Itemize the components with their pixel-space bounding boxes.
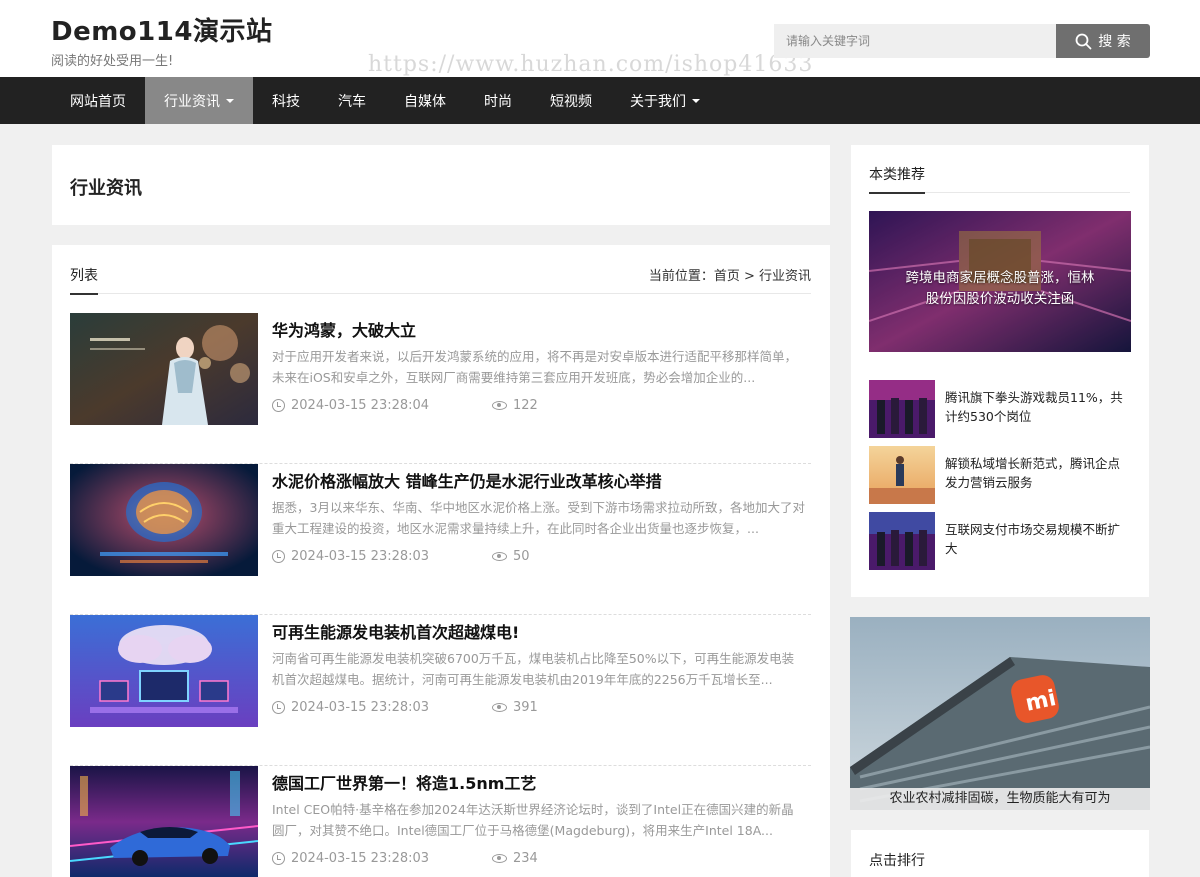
sidebar-item[interactable]: 解锁私域增长新范式，腾讯企点发力营销云服务 bbox=[869, 446, 1131, 504]
view-count-value: 234 bbox=[513, 851, 538, 866]
view-count: 234 bbox=[492, 851, 538, 866]
watermark-text: https://www.huzhan.com/ishop41633 bbox=[368, 52, 814, 77]
ranking-card: 点击排行 bbox=[851, 830, 1149, 877]
nav-item-about[interactable]: 关于我们 bbox=[611, 77, 719, 124]
nav-item-auto[interactable]: 汽车 bbox=[319, 77, 385, 124]
recommend-header: 本类推荐 bbox=[869, 145, 1130, 194]
recommend-card: 本类推荐 跨境电商家居概念股普涨，恒林股份因股价波动收关注函 腾讯旗下拳头游戏裁… bbox=[851, 145, 1149, 597]
article-thumbnail[interactable] bbox=[70, 313, 258, 425]
nav-label: 自媒体 bbox=[404, 93, 446, 110]
main-nav: 网站首页 行业资讯 科技 汽车 自媒体 时尚 短视频 关于我们 bbox=[0, 77, 1200, 124]
list-tab[interactable]: 列表 bbox=[70, 265, 98, 295]
nav-label: 关于我们 bbox=[630, 93, 686, 110]
sidebar-item-title[interactable]: 腾讯旗下拳头游戏裁员11%，共计约530个岗位 bbox=[945, 388, 1131, 426]
article-date: 2024-03-15 23:28:03 bbox=[291, 700, 430, 715]
ranking-title: 点击排行 bbox=[869, 853, 925, 869]
recommend-title: 本类推荐 bbox=[869, 164, 925, 194]
nav-item-industry-news[interactable]: 行业资讯 bbox=[145, 77, 253, 124]
article-meta: 2024-03-15 23:28:03 391 bbox=[272, 700, 538, 715]
breadcrumb[interactable]: 当前位置：首页 > 行业资讯 bbox=[649, 265, 811, 284]
nav-label: 短视频 bbox=[550, 93, 592, 110]
view-count-value: 122 bbox=[513, 398, 538, 413]
nav-item-home[interactable]: 网站首页 bbox=[51, 77, 145, 124]
article-thumbnail[interactable] bbox=[70, 464, 258, 576]
nav-item-self-media[interactable]: 自媒体 bbox=[385, 77, 465, 124]
article-thumbnail[interactable] bbox=[70, 766, 258, 877]
clock-icon bbox=[272, 852, 285, 865]
search-button-label: 搜 索 bbox=[1098, 34, 1131, 50]
caret-down-icon bbox=[226, 98, 234, 103]
view-count-value: 50 bbox=[513, 549, 530, 564]
sidebar-item-thumbnail[interactable] bbox=[869, 446, 935, 504]
article-date: 2024-03-15 23:28:04 bbox=[291, 398, 430, 413]
featured-article[interactable]: 跨境电商家居概念股普涨，恒林股份因股价波动收关注函 bbox=[869, 211, 1131, 352]
nav-label: 行业资讯 bbox=[164, 93, 220, 110]
nav-label: 网站首页 bbox=[70, 93, 126, 110]
caret-down-icon bbox=[692, 98, 700, 103]
eye-icon bbox=[492, 854, 507, 863]
article-title[interactable]: 可再生能源发电装机首次超越煤电! bbox=[272, 619, 519, 643]
sidebar-item-title[interactable]: 解锁私域增长新范式，腾讯企点发力营销云服务 bbox=[945, 454, 1131, 492]
article-excerpt: 河南省可再生能源发电装机突破6700万千瓦，煤电装机占比降至50%以下，可再生能… bbox=[272, 651, 795, 687]
search-box: 搜 索 bbox=[774, 24, 1150, 58]
article-title[interactable]: 水泥价格涨幅放大 错峰生产仍是水泥行业改革核心举措 bbox=[272, 468, 662, 492]
page-title: 行业资讯 bbox=[70, 178, 142, 199]
nav-label: 时尚 bbox=[484, 93, 512, 110]
sidebar-item-thumbnail[interactable] bbox=[869, 380, 935, 438]
sidebar-banner[interactable]: mi 农业农村减排固碳，生物质能大有可为 bbox=[850, 617, 1150, 810]
list-header: 列表 当前位置：首页 > 行业资讯 bbox=[70, 245, 811, 295]
eye-icon bbox=[492, 552, 507, 561]
list-item[interactable]: 可再生能源发电装机首次超越煤电! 河南省可再生能源发电装机突破6700万千瓦，煤… bbox=[70, 615, 811, 766]
sidebar-item[interactable]: 腾讯旗下拳头游戏裁员11%，共计约530个岗位 bbox=[869, 380, 1131, 438]
banner-caption: 农业农村减排固碳，生物质能大有可为 bbox=[850, 788, 1150, 810]
list-item[interactable]: 水泥价格涨幅放大 错峰生产仍是水泥行业改革核心举措 据悉，3月以来华东、华南、华… bbox=[70, 464, 811, 615]
nav-label: 科技 bbox=[272, 93, 300, 110]
nav-item-short-video[interactable]: 短视频 bbox=[531, 77, 611, 124]
clock-icon bbox=[272, 550, 285, 563]
sidebar-item[interactable]: 互联网支付市场交易规模不断扩大 bbox=[869, 512, 1131, 570]
category-title-card: 行业资讯 bbox=[52, 145, 830, 225]
clock-icon bbox=[272, 399, 285, 412]
sidebar-item-thumbnail[interactable] bbox=[869, 512, 935, 570]
search-icon bbox=[1075, 33, 1092, 49]
article-thumbnail[interactable] bbox=[70, 615, 258, 727]
nav-label: 汽车 bbox=[338, 93, 366, 110]
article-excerpt: 对于应用开发者来说，以后开发鸿蒙系统的应用，将不再是对安卓版本进行适配平移那样简… bbox=[272, 349, 798, 385]
article-title[interactable]: 华为鸿蒙，大破大立 bbox=[272, 317, 416, 341]
site-header: Demo114演示站 阅读的好处受用一生! https://www.huzhan… bbox=[0, 0, 1200, 77]
article-meta: 2024-03-15 23:28:03 234 bbox=[272, 851, 538, 866]
article-excerpt: 据悉，3月以来华东、华南、华中地区水泥价格上涨。受到下游市场需求拉动所致，各地加… bbox=[272, 500, 805, 536]
sidebar-item-title[interactable]: 互联网支付市场交易规模不断扩大 bbox=[945, 520, 1131, 558]
nav-item-tech[interactable]: 科技 bbox=[253, 77, 319, 124]
site-logo-title[interactable]: Demo114演示站 bbox=[51, 11, 272, 48]
nav-item-fashion[interactable]: 时尚 bbox=[465, 77, 531, 124]
ranking-header: 点击排行 bbox=[869, 830, 1130, 877]
site-slogan: 阅读的好处受用一生! bbox=[51, 54, 174, 69]
search-button[interactable]: 搜 索 bbox=[1056, 24, 1150, 58]
view-count: 391 bbox=[492, 700, 538, 715]
article-title[interactable]: 德国工厂世界第一！将造1.5nm工艺 bbox=[272, 770, 536, 794]
view-count-value: 391 bbox=[513, 700, 538, 715]
eye-icon bbox=[492, 401, 507, 410]
view-count: 122 bbox=[492, 398, 538, 413]
featured-article-caption: 跨境电商家居概念股普涨，恒林股份因股价波动收关注函 bbox=[905, 270, 1095, 307]
clock-icon bbox=[272, 701, 285, 714]
search-input[interactable] bbox=[774, 24, 1056, 58]
list-item[interactable]: 德国工厂世界第一！将造1.5nm工艺 Intel CEO帕特·基辛格在参加202… bbox=[70, 766, 811, 877]
view-count: 50 bbox=[492, 549, 530, 564]
article-date: 2024-03-15 23:28:03 bbox=[291, 549, 430, 564]
article-list-card: 列表 当前位置：首页 > 行业资讯 华为鸿蒙，大破大立 对于应用开发者来说，以后… bbox=[52, 245, 830, 877]
article-date: 2024-03-15 23:28:03 bbox=[291, 851, 430, 866]
article-excerpt: Intel CEO帕特·基辛格在参加2024年达沃斯世界经济论坛时，谈到了Int… bbox=[272, 802, 794, 838]
article-meta: 2024-03-15 23:28:03 50 bbox=[272, 549, 530, 564]
list-item[interactable]: 华为鸿蒙，大破大立 对于应用开发者来说，以后开发鸿蒙系统的应用，将不再是对安卓版… bbox=[70, 313, 811, 464]
eye-icon bbox=[492, 703, 507, 712]
article-meta: 2024-03-15 23:28:04 122 bbox=[272, 398, 538, 413]
